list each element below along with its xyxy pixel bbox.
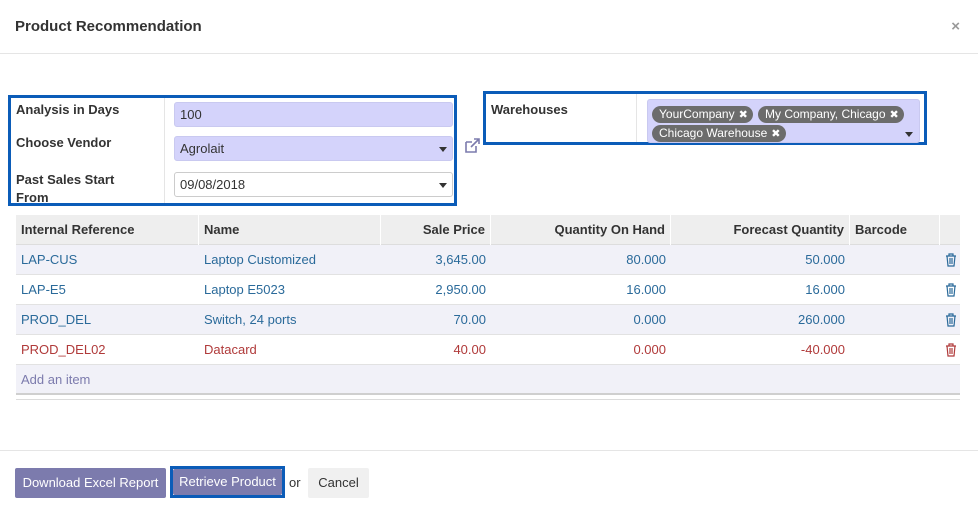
warehouses-group: Warehouses YourCompany ✖ My Company, Chic…	[483, 91, 927, 145]
column-header[interactable]: Forecast Quantity	[671, 215, 850, 245]
tag-label: My Company, Chicago	[765, 107, 886, 121]
caret-down-icon[interactable]	[439, 147, 447, 152]
dialog-title: Product Recommendation	[15, 18, 202, 35]
name-cell: Laptop E5023	[204, 282, 285, 297]
vendor-value: Agrolait	[180, 141, 225, 156]
vendor-select[interactable]: Agrolait	[174, 136, 453, 161]
vendor-label: Choose Vendor	[16, 135, 112, 150]
warehouses-label: Warehouses	[491, 102, 568, 117]
warehouses-tag-input[interactable]: YourCompany ✖ My Company, Chicago ✖ Chicag…	[647, 99, 920, 143]
name-cell: Laptop Customized	[204, 252, 317, 267]
column-header[interactable]: Barcode	[850, 215, 940, 245]
warehouse-tag: My Company, Chicago ✖	[758, 106, 904, 123]
close-icon[interactable]: ×	[951, 18, 960, 35]
trash-icon[interactable]	[945, 313, 957, 327]
price-cell: 40.00	[453, 342, 486, 357]
table-row[interactable]: PROD_DEL02 Datacard 40.00 0.000 -40.000	[16, 335, 960, 365]
tag-label: Chicago Warehouse	[659, 126, 768, 140]
price-cell: 3,645.00	[435, 252, 486, 267]
forecast-cell: 260.000	[798, 312, 845, 327]
cancel-button[interactable]: Cancel	[308, 468, 369, 498]
column-header[interactable]: Sale Price	[381, 215, 491, 245]
name-cell: Switch, 24 ports	[204, 312, 297, 327]
forecast-cell: 50.000	[805, 252, 845, 267]
past-sales-date-input[interactable]: 09/08/2018	[174, 172, 453, 197]
column-header[interactable]: Quantity On Hand	[491, 215, 671, 245]
external-link-icon[interactable]	[463, 137, 483, 157]
add-item-link[interactable]: Add an item	[21, 365, 90, 395]
column-header[interactable]: Name	[199, 215, 381, 245]
table-row[interactable]: LAP-CUS Laptop Customized 3,645.00 80.00…	[16, 245, 960, 275]
price-cell: 70.00	[453, 312, 486, 327]
ref-cell: PROD_DEL02	[21, 342, 106, 357]
or-separator: or	[289, 475, 301, 490]
warehouse-tag: YourCompany ✖	[652, 106, 753, 123]
on-hand-cell: 0.000	[633, 342, 666, 357]
on-hand-cell: 0.000	[633, 312, 666, 327]
ref-cell: LAP-E5	[21, 282, 66, 297]
tag-label: YourCompany	[659, 107, 735, 121]
ref-cell: PROD_DEL	[21, 312, 92, 327]
past-sales-label: Past Sales Start From	[16, 172, 115, 205]
caret-down-icon[interactable]	[905, 132, 913, 137]
column-header[interactable]: Internal Reference	[16, 215, 199, 245]
vendor-settings-group: Analysis in Days 100 Choose Vendor Agrol…	[8, 95, 457, 206]
trash-icon[interactable]	[945, 343, 957, 357]
name-cell: Datacard	[204, 342, 257, 357]
x-icon[interactable]: ✖	[771, 128, 780, 140]
price-cell: 2,950.00	[435, 282, 486, 297]
table-header: Internal Reference Name Sale Price Quant…	[16, 215, 960, 245]
forecast-cell: -40.000	[800, 342, 845, 357]
download-excel-button[interactable]: Download Excel Report	[15, 468, 166, 498]
on-hand-cell: 16.000	[626, 282, 666, 297]
add-item-row: Add an item	[16, 365, 960, 395]
analysis-days-input[interactable]: 100	[174, 102, 453, 127]
trash-icon[interactable]	[945, 283, 957, 297]
analysis-days-label: Analysis in Days	[16, 102, 120, 117]
on-hand-cell: 80.000	[626, 252, 666, 267]
dialog-header: Product Recommendation ×	[0, 0, 978, 54]
table-bottom-divider	[16, 399, 960, 400]
retrieve-product-button[interactable]: Retrieve Product	[173, 469, 282, 495]
past-sales-value: 09/08/2018	[180, 177, 246, 192]
trash-icon[interactable]	[945, 253, 957, 267]
ref-cell: LAP-CUS	[21, 252, 78, 267]
table-row[interactable]: LAP-E5 Laptop E5023 2,950.00 16.000 16.0…	[16, 275, 960, 305]
table-row[interactable]: PROD_DEL Switch, 24 ports 70.00 0.000 26…	[16, 305, 960, 335]
caret-down-icon[interactable]	[439, 183, 447, 188]
x-icon[interactable]: ✖	[890, 109, 899, 121]
x-icon[interactable]: ✖	[739, 109, 748, 121]
warehouse-tag: Chicago Warehouse ✖	[652, 125, 786, 142]
forecast-cell: 16.000	[805, 282, 845, 297]
